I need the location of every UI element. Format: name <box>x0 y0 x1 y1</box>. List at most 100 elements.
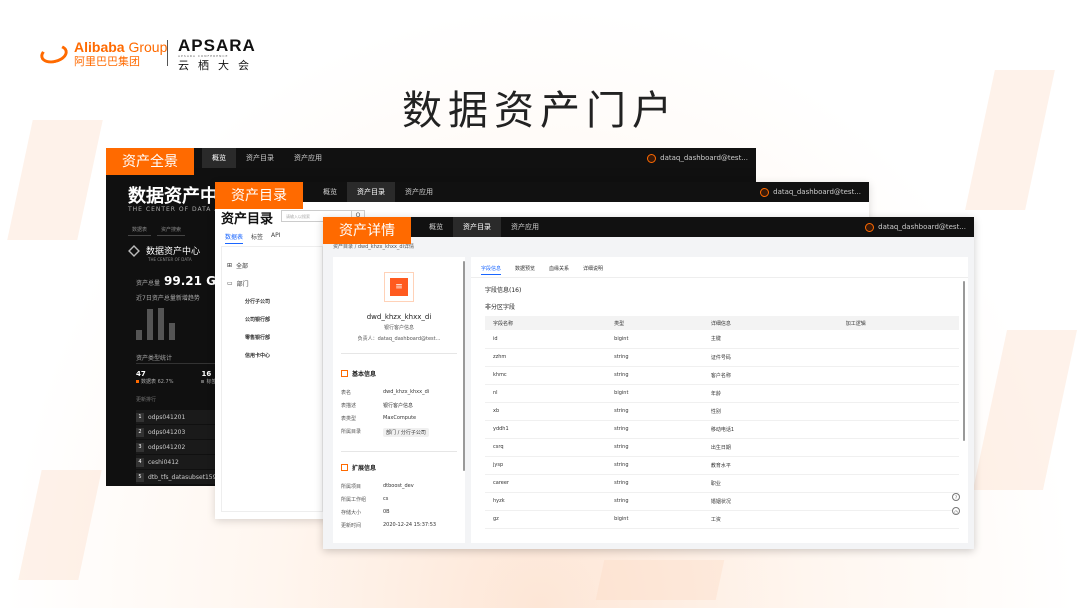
nav-catalog[interactable]: 资产目录 <box>347 182 395 202</box>
table-cell: id <box>485 330 607 349</box>
trend-bar <box>158 307 164 340</box>
label-catalog: 资产目录 <box>215 182 303 209</box>
top-nav: 概览 资产目录 资产应用 dataq_dashboard@test... <box>215 182 869 202</box>
rank-badge: 1 <box>136 412 144 422</box>
table-cell: csrq <box>485 438 607 457</box>
catalog-tree: ⊞ 全部 ▭ 部门 分行子公司 公司银行部 零售银行部 信用卡中心 <box>227 256 270 364</box>
detail-window: 概览 资产目录 资产应用 dataq_dashboard@test... 资产目… <box>323 217 974 549</box>
asset-center-card: 数据资产中心 THE CENTER OF DATA <box>128 244 218 262</box>
table-cell: hyzk <box>485 492 607 511</box>
nav-apps[interactable]: 资产应用 <box>395 182 443 202</box>
top-nav: 概览 资产目录 资产应用 dataq_dashboard@test... <box>323 217 974 237</box>
tab-preview[interactable]: 数据预览 <box>515 265 535 275</box>
list-item[interactable]: 1 odps041201 <box>136 410 226 424</box>
table-cell: string <box>606 456 703 475</box>
kv-row: 更新时间 2020-12-24 15:37:53 <box>341 522 437 529</box>
divider <box>341 353 457 354</box>
divider <box>136 363 216 364</box>
user-name: dataq_dashboard@test... <box>878 223 966 231</box>
table-cell: 工资 <box>702 510 838 529</box>
user-name: dataq_dashboard@test... <box>773 188 861 196</box>
nav-overview[interactable]: 概览 <box>313 182 347 202</box>
tab-lineage[interactable]: 血缘关系 <box>549 265 569 275</box>
table-row[interactable]: career string 职业 <box>485 474 959 493</box>
table-cell: bigint <box>606 330 703 349</box>
table-cell <box>837 348 959 367</box>
table-icon: ≡ <box>384 272 414 302</box>
tab-api[interactable]: API <box>271 232 281 244</box>
field-table: 字段名称 类型 详细信息 加工逻辑 id bigint 主键 zzhm string 证件号码 k… <box>485 316 959 529</box>
asset-total: 资产总量 99.21 GB <box>136 274 226 288</box>
table-row[interactable]: nl bigint 年龄 <box>485 384 959 403</box>
rank-badge: 4 <box>136 457 144 467</box>
clock-icon[interactable]: ◷ <box>952 507 960 515</box>
table-row[interactable]: csrq string 出生日期 <box>485 438 959 457</box>
list-item[interactable]: 2 odps041203 <box>136 425 226 439</box>
column-header: 类型 <box>606 316 703 330</box>
bg-shard <box>7 120 103 240</box>
nav-apps[interactable]: 资产应用 <box>501 217 549 237</box>
overview-search[interactable]: 数据表 资产搜索 <box>128 224 186 236</box>
table-row[interactable]: xb string 性别 <box>485 402 959 421</box>
breadcrumb[interactable]: 资产目录 / dwd_khzx_khxx_di详情 <box>333 243 414 250</box>
table-cell: nl <box>485 384 607 403</box>
table-row[interactable]: gz bigint 工资 <box>485 510 959 529</box>
table-row[interactable]: hyzk string 婚姻状况 <box>485 492 959 511</box>
user-menu[interactable]: dataq_dashboard@test... <box>760 187 861 197</box>
tree-item[interactable]: 信用卡中心 <box>227 346 270 364</box>
card-title: 数据资产中心 <box>146 247 201 257</box>
tree-item[interactable]: 分行子公司 <box>227 292 270 310</box>
catalog-tabs: 数据表 标签 API <box>225 232 281 244</box>
user-avatar-icon <box>865 222 875 232</box>
asset-stats: 47 数据表 62.7% 16 标签 <box>136 370 217 385</box>
table-row[interactable]: khmc string 客户名称 <box>485 366 959 385</box>
nav-catalog[interactable]: 资产目录 <box>453 217 501 237</box>
nav-catalog[interactable]: 资产目录 <box>236 148 284 168</box>
divider <box>471 277 968 278</box>
user-menu[interactable]: dataq_dashboard@test... <box>865 222 966 232</box>
scrollbar[interactable] <box>963 281 965 441</box>
tab-fields[interactable]: 字段信息 <box>481 265 502 275</box>
list-item[interactable]: 3 odps041202 <box>136 440 226 454</box>
list-item[interactable]: 4 ceshi0412 <box>136 455 226 469</box>
list-item[interactable]: 5 dtb_tfs_datasubset15971 <box>136 470 226 484</box>
table-cell: 出生日期 <box>702 438 838 457</box>
category-pill[interactable]: 部门 / 分行子公司 <box>383 428 429 437</box>
tab-tables[interactable]: 数据表 <box>225 232 244 244</box>
tab-tags[interactable]: 标签 <box>251 232 263 244</box>
tree-dept[interactable]: ▭ 部门 <box>227 274 270 292</box>
rank-badge: 2 <box>136 427 144 437</box>
scrollbar[interactable] <box>463 261 465 471</box>
table-cell: 证件号码 <box>702 348 838 367</box>
search-type-select[interactable]: 数据表 <box>128 224 152 236</box>
label-detail: 资产详情 <box>323 217 411 244</box>
trend-bar <box>169 323 175 340</box>
field-panel: 字段信息 数据预览 血缘关系 详细说明 字段信息(16) 非分区字段 字段名称类… <box>471 257 968 543</box>
alibaba-swoosh-icon <box>38 41 70 66</box>
item-name: dtb_tfs_datasubset15971 <box>148 473 225 481</box>
column-header: 详细信息 <box>702 316 838 330</box>
table-row[interactable]: id bigint 主键 <box>485 330 959 349</box>
tree-all[interactable]: ⊞ 全部 <box>227 256 270 274</box>
nav-overview[interactable]: 概览 <box>419 217 453 237</box>
table-cell: career <box>485 474 607 493</box>
search-input[interactable]: 资产搜索 <box>157 224 186 236</box>
tree-item[interactable]: 公司银行部 <box>227 310 270 328</box>
table-cell: 性别 <box>702 402 838 421</box>
help-icon[interactable]: ? <box>952 493 960 501</box>
kv-row: 存储大小 0B <box>341 509 390 516</box>
tree-item[interactable]: 零售银行部 <box>227 328 270 346</box>
table-desc: 银行客户信息 <box>383 325 414 331</box>
table-cell <box>837 420 959 439</box>
user-name: dataq_dashboard@test... <box>660 154 748 162</box>
table-row[interactable]: zzhm string 证件号码 <box>485 348 959 367</box>
nav-overview[interactable]: 概览 <box>202 148 236 168</box>
table-cell <box>837 456 959 475</box>
nav-apps[interactable]: 资产应用 <box>284 148 332 168</box>
table-row[interactable]: yddh1 string 移动电话1 <box>485 420 959 439</box>
table-row[interactable]: jysp string 教育水平 <box>485 456 959 475</box>
table-cell: gz <box>485 510 607 529</box>
user-menu[interactable]: dataq_dashboard@test... <box>647 153 748 163</box>
tab-description[interactable]: 详细说明 <box>583 265 603 275</box>
field-count: 字段信息(16) <box>485 287 522 294</box>
